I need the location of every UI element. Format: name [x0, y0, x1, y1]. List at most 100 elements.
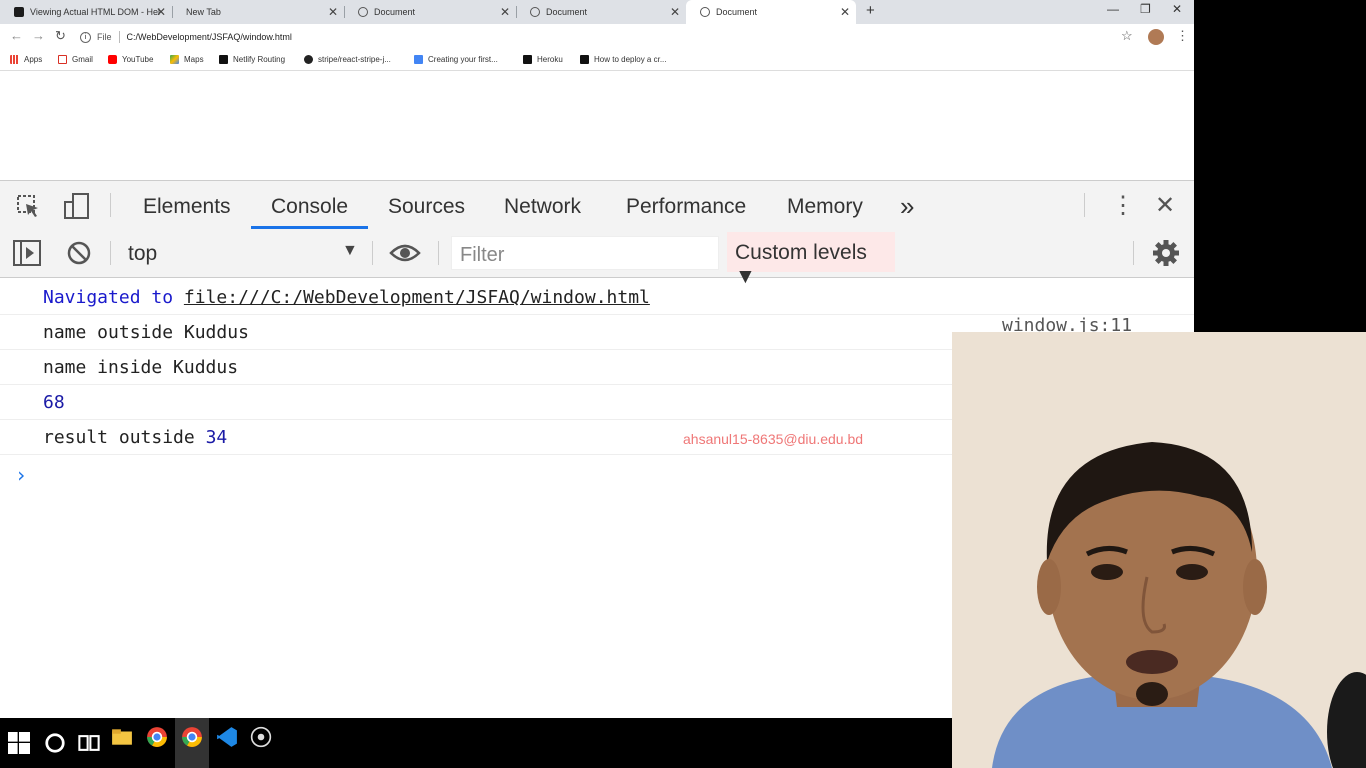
task-view-icon[interactable] [78, 732, 100, 754]
profile-avatar[interactable] [1148, 29, 1164, 45]
close-icon[interactable]: ✕ [328, 5, 338, 19]
cortana-search-icon[interactable] [44, 732, 66, 754]
obs-icon[interactable] [250, 726, 272, 748]
dropdown-arrow-icon: ▼ [342, 242, 358, 259]
menu-kebab-icon[interactable]: ⋮ [1176, 28, 1189, 44]
tab-label: Viewing Actual HTML DOM - Hel [30, 7, 161, 17]
devtools-tab-bar: Elements Console Sources Network Perform… [0, 181, 1194, 230]
bookmark-heroku[interactable]: Heroku [523, 55, 563, 64]
close-icon[interactable]: ✕ [840, 5, 850, 19]
reload-button[interactable]: ↻ [55, 28, 66, 44]
apps-grid-icon [10, 55, 19, 64]
heroku-icon [523, 55, 532, 64]
globe-icon [358, 7, 368, 17]
bookmark-label: Apps [24, 55, 43, 64]
bookmark-label: Creating your first... [428, 55, 498, 64]
bookmark-apps[interactable]: Apps [10, 55, 42, 64]
bookmark-label: How to deploy a cr... [594, 55, 667, 64]
show-sidebar-icon[interactable] [13, 240, 41, 266]
device-toolbar-icon[interactable] [63, 192, 91, 220]
close-icon[interactable]: ✕ [500, 5, 510, 19]
address-bar[interactable]: i File C:/WebDevelopment/JSFAQ/window.ht… [80, 29, 1140, 45]
navigated-prefix: Navigated to [43, 287, 184, 308]
log-levels-dropdown[interactable]: Custom levels ▼ [727, 232, 895, 288]
bookmarks-bar: Apps Gmail YouTube Maps Netlify Routing … [0, 50, 1194, 71]
chrome-icon[interactable] [146, 726, 168, 748]
browser-toolbar: ← → ↻ i File C:/WebDevelopment/JSFAQ/win… [0, 24, 1194, 50]
console-prompt[interactable]: › [15, 463, 27, 487]
maximize-button[interactable]: ❐ [1140, 2, 1151, 16]
bookmark-maps[interactable]: Maps [170, 55, 204, 64]
page-icon [14, 7, 24, 17]
file-explorer-icon[interactable] [111, 726, 133, 748]
tab-label: Document [546, 7, 588, 17]
console-navigated-message: Navigated to file:///C:/WebDevelopment/J… [0, 280, 1194, 315]
more-tabs-chevron-icon[interactable]: » [900, 191, 914, 222]
console-settings-gear-icon[interactable] [1152, 239, 1180, 267]
info-icon[interactable]: i [80, 31, 91, 43]
window-close-button[interactable]: ✕ [1172, 2, 1182, 16]
prompt-chevron-icon: › [15, 463, 28, 487]
windows-start-icon[interactable] [8, 732, 30, 754]
tab-label: New Tab [186, 7, 221, 17]
bookmark-deploy[interactable]: How to deploy a cr... [580, 55, 666, 64]
bookmark-netlify[interactable]: Netlify Routing [219, 55, 285, 64]
tab-document-active[interactable]: Document ✕ [686, 0, 856, 24]
bookmark-gmail[interactable]: Gmail [58, 55, 93, 64]
back-button[interactable]: ← [10, 28, 23, 43]
github-icon [304, 55, 313, 64]
minimize-button[interactable]: — [1107, 2, 1119, 16]
tab-sources[interactable]: Sources [388, 195, 465, 219]
bookmark-label: stripe/react-stripe-j... [318, 55, 391, 64]
bookmark-label: Gmail [72, 55, 93, 64]
tab-document-1[interactable]: Document ✕ [344, 0, 516, 24]
tab-memory[interactable]: Memory [787, 195, 863, 219]
console-toolbar: top ▼ Filter Custom levels ▼ [0, 229, 1194, 288]
live-expression-eye-icon[interactable] [389, 242, 421, 264]
tab-viewing-html-dom[interactable]: Viewing Actual HTML DOM - Hel ✕ [0, 0, 172, 24]
tab-strip: Viewing Actual HTML DOM - Hel ✕ New Tab … [0, 0, 1194, 24]
medium-icon [580, 55, 589, 64]
gmail-icon [58, 55, 67, 64]
devtools-close-icon[interactable]: ✕ [1155, 191, 1175, 220]
log-number: 34 [205, 427, 228, 448]
vscode-icon[interactable] [216, 726, 238, 748]
new-tab-button[interactable]: + [866, 2, 875, 19]
context-selector[interactable]: top ▼ [120, 237, 365, 269]
site-icon [414, 55, 423, 64]
globe-icon [530, 7, 540, 17]
youtube-icon [108, 55, 117, 64]
close-icon[interactable]: ✕ [156, 5, 166, 19]
bookmark-creating[interactable]: Creating your first... [414, 55, 498, 64]
inspect-element-icon[interactable] [16, 194, 42, 220]
watermark-email: ahsanul15-8635@diu.edu.bd [683, 431, 864, 447]
bookmark-stripe[interactable]: stripe/react-stripe-j... [304, 55, 391, 64]
clear-console-icon[interactable] [66, 240, 92, 266]
close-icon[interactable]: ✕ [670, 5, 680, 19]
tab-network[interactable]: Network [504, 195, 581, 219]
presenter-video-icon [952, 332, 1366, 768]
url-text: C:/WebDevelopment/JSFAQ/window.html [126, 32, 292, 42]
bookmark-youtube[interactable]: YouTube [108, 55, 153, 64]
log-text: name outside Kuddus [43, 322, 249, 343]
navigated-url-link[interactable]: file:///C:/WebDevelopment/JSFAQ/window.h… [184, 287, 650, 308]
url-scheme: File [97, 32, 112, 42]
tab-performance[interactable]: Performance [626, 195, 746, 219]
webcam-overlay [952, 332, 1366, 768]
tab-console[interactable]: Console [271, 195, 348, 219]
tab-document-2[interactable]: Document ✕ [516, 0, 686, 24]
bookmark-star-icon[interactable]: ☆ [1121, 28, 1133, 44]
devtools-menu-kebab-icon[interactable]: ⋮ [1111, 191, 1135, 220]
chrome-active-icon[interactable] [181, 726, 203, 748]
log-text: result outside [43, 427, 206, 448]
log-number: 68 [43, 392, 65, 413]
globe-icon [700, 7, 710, 17]
filter-input[interactable]: Filter [451, 236, 719, 270]
bookmark-label: YouTube [122, 55, 154, 64]
tab-elements[interactable]: Elements [143, 195, 231, 219]
bookmark-label: Maps [184, 55, 204, 64]
tab-new-tab[interactable]: New Tab ✕ [172, 0, 344, 24]
forward-button[interactable]: → [32, 28, 45, 43]
context-value: top [128, 242, 158, 265]
tab-label: Document [374, 7, 416, 17]
